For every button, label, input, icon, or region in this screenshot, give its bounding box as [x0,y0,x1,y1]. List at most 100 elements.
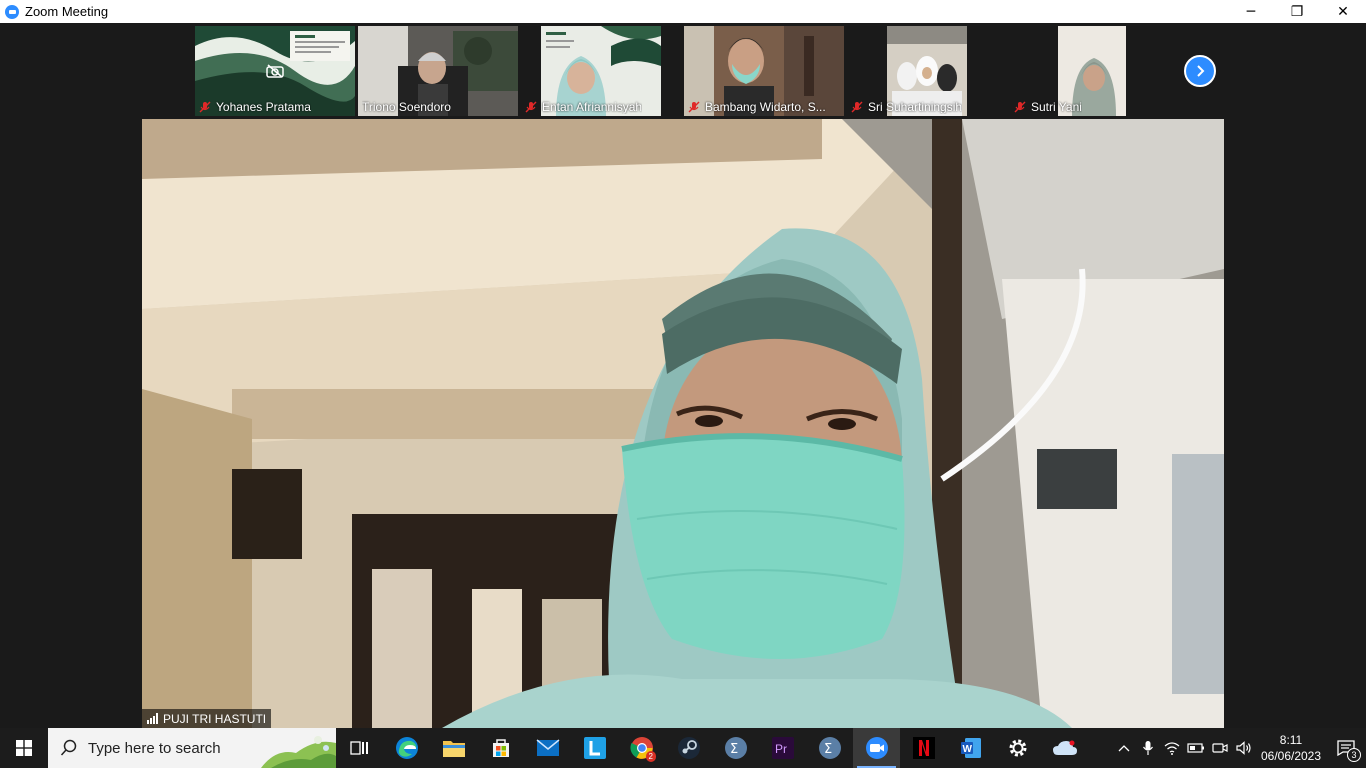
meet-now-tray-button[interactable] [1208,728,1232,768]
participant-name: Triono Soendoro [362,100,451,114]
l-app-icon [583,737,606,759]
participant-name-row: Yohanes Pratama [199,100,311,114]
participant-strip: Yohanes Pratama Triono Soendoro Entan Af… [195,26,1173,116]
camera-icon [1212,743,1228,753]
start-button[interactable] [0,728,48,768]
minimize-button[interactable]: ─ [1228,0,1274,23]
window-titlebar: Zoom Meeting ─ ❐ ✕ [0,0,1366,23]
camera-off-icon [266,64,284,78]
show-hidden-icons-button[interactable] [1112,728,1136,768]
chrome-taskbar-button[interactable]: 2 [618,728,665,768]
search-highlight-icon [261,736,336,768]
word-taskbar-button[interactable]: W [947,728,994,768]
connection-signal-icon [147,713,158,724]
participant-tile[interactable]: Triono Soendoro [358,26,518,116]
windows-logo-icon [16,740,32,756]
gear-icon [1009,739,1026,757]
taskbar-clock[interactable]: 8:11 06/06/2023 [1256,732,1326,764]
svg-text:Σ: Σ [730,742,738,757]
steam-icon [677,737,700,759]
battery-tray-button[interactable] [1184,728,1208,768]
sigma-icon: Σ [818,737,841,759]
participant-name: Yohanes Pratama [216,100,311,114]
sigma-app-taskbar-button[interactable]: Σ [712,728,759,768]
clock-date: 06/06/2023 [1260,749,1322,763]
edge-taskbar-button[interactable] [383,728,430,768]
onedrive-taskbar-button[interactable] [1041,728,1088,768]
active-speaker-name: PUJI TRI HASTUTI [163,711,267,726]
task-view-icon [349,741,368,755]
l-app-taskbar-button[interactable] [571,728,618,768]
svg-text:Σ: Σ [824,742,832,757]
volume-tray-button[interactable] [1232,728,1256,768]
restore-button[interactable]: ❐ [1274,0,1320,23]
active-speaker-video [142,119,1224,728]
participant-tile[interactable]: Entan Afriannisyah [521,26,681,116]
file-explorer-taskbar-button[interactable] [430,728,477,768]
sigma-icon: Σ [724,737,747,759]
speaker-icon [1236,741,1251,755]
network-tray-button[interactable] [1160,728,1184,768]
taskbar-search-box[interactable]: Type here to search [48,728,336,768]
netflix-taskbar-button[interactable] [900,728,947,768]
participant-tile[interactable]: Sri Suhartiningsih [847,26,1007,116]
next-page-button[interactable] [1184,55,1216,87]
active-speaker-label: PUJI TRI HASTUTI [142,709,272,728]
participant-name-row: Sri Suhartiningsih [851,100,962,114]
close-button[interactable]: ✕ [1320,0,1366,23]
task-view-button[interactable] [336,728,383,768]
participant-name: Entan Afriannisyah [542,100,643,114]
mic-muted-icon [851,101,863,113]
window-controls: ─ ❐ ✕ [1228,0,1366,23]
participant-name: Sri Suhartiningsih [868,100,963,114]
participant-name-row: Sutri Yani [1014,100,1082,114]
microphone-tray-button[interactable] [1136,728,1160,768]
search-placeholder: Type here to search [88,739,221,757]
word-icon: W [960,738,981,758]
mic-muted-icon [688,101,700,113]
store-taskbar-button[interactable] [477,728,524,768]
system-tray: 8:11 06/06/2023 3 [1112,728,1366,768]
zoom-icon [865,737,888,759]
clock-time: 8:11 [1279,733,1303,747]
edge-icon [395,737,418,759]
battery-icon [1187,743,1204,753]
participant-name-row: Bambang Widarto, S... [688,100,826,114]
participant-name-row: Entan Afriannisyah [525,100,642,114]
mic-muted-icon [199,101,211,113]
speaker-video-frame [142,119,1224,728]
notification-count-badge: 3 [1347,748,1361,762]
action-center-button[interactable]: 3 [1326,728,1366,768]
participant-name: Sutri Yani [1031,100,1082,114]
mic-muted-icon [1014,101,1026,113]
window-title: Zoom Meeting [25,4,109,19]
zoom-taskbar-button[interactable] [853,728,900,768]
chevron-right-icon [1197,65,1205,77]
chevron-up-icon [1118,745,1130,752]
premiere-pro-icon: Pr [771,737,794,759]
wifi-icon [1164,742,1180,755]
mic-muted-icon [525,101,537,113]
store-icon [492,739,509,757]
netflix-icon [912,737,935,759]
mail-icon [536,739,559,756]
svg-text:W: W [962,744,972,755]
cloud-icon [1052,740,1077,755]
participant-tile[interactable]: Sutri Yani [1010,26,1170,116]
sigma-app-2-taskbar-button[interactable]: Σ [806,728,853,768]
chrome-badge: 2 [645,751,656,762]
folder-icon [442,741,465,757]
microphone-icon [1143,741,1153,755]
participant-tile[interactable]: Bambang Widarto, S... [684,26,844,116]
participant-tile[interactable]: Yohanes Pratama [195,26,355,116]
settings-taskbar-button[interactable] [994,728,1041,768]
premiere-pro-taskbar-button[interactable]: Pr [759,728,806,768]
taskbar: Type here to search 2 Σ Pr Σ W 8:11 06/0… [0,728,1366,768]
svg-text:Pr: Pr [775,742,787,756]
steam-taskbar-button[interactable] [665,728,712,768]
participant-name: Bambang Widarto, S... [705,100,826,114]
search-icon [60,739,77,756]
participant-name-row: Triono Soendoro [362,100,451,114]
zoom-logo-icon [5,4,19,19]
mail-taskbar-button[interactable] [524,728,571,768]
